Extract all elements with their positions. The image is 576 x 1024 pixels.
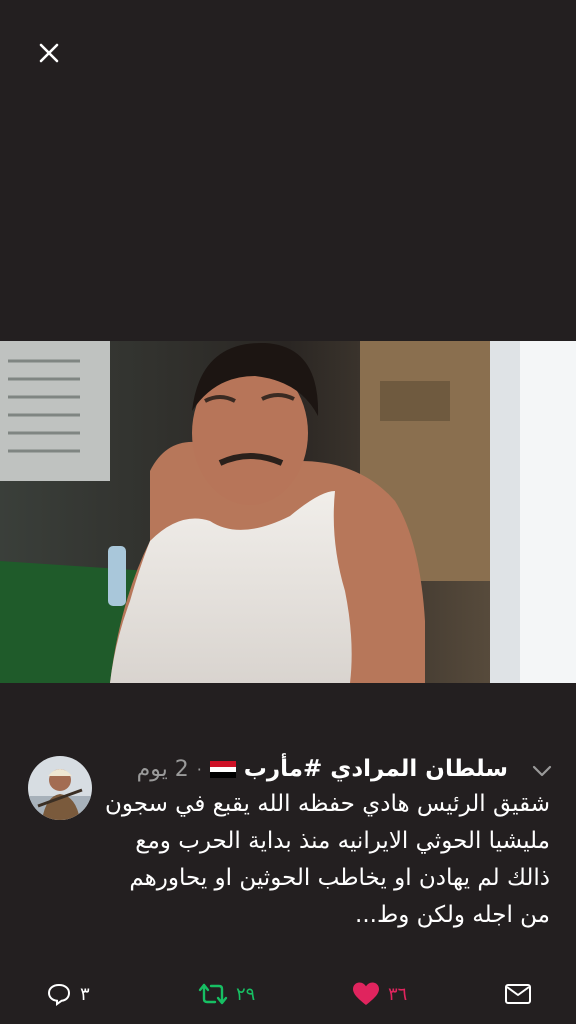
- reply-button[interactable]: ٣: [46, 980, 90, 1008]
- tweet-header: سلطان المرادي #مأرب · 2 يوم: [137, 752, 508, 786]
- like-count: ٣٦: [388, 983, 408, 1005]
- separator-dot: ·: [196, 759, 202, 779]
- tweet[interactable]: سلطان المرادي #مأرب · 2 يوم شقيق الرئيس …: [0, 740, 576, 950]
- tweet-photo[interactable]: [0, 341, 576, 683]
- close-icon: [39, 43, 59, 63]
- timestamp[interactable]: 2 يوم: [137, 757, 189, 782]
- retweet-icon: [198, 983, 228, 1005]
- direct-message-button[interactable]: [504, 980, 532, 1008]
- retweet-count: ٢٩: [236, 983, 256, 1005]
- photo-image: [0, 341, 576, 683]
- retweet-button[interactable]: ٢٩: [198, 980, 255, 1008]
- yemen-flag-icon: [209, 760, 236, 778]
- reply-icon: [47, 983, 71, 1006]
- chevron-down-icon[interactable]: [531, 764, 553, 778]
- avatar[interactable]: [28, 756, 92, 820]
- avatar-image: [28, 756, 92, 820]
- close-button[interactable]: [30, 34, 68, 72]
- envelope-icon: [505, 984, 531, 1004]
- display-name[interactable]: سلطان المرادي #مأرب: [244, 756, 508, 782]
- like-button[interactable]: ٣٦: [352, 980, 407, 1008]
- media-viewer: سلطان المرادي #مأرب · 2 يوم شقيق الرئيس …: [0, 0, 576, 1024]
- reply-count: ٣: [80, 983, 90, 1005]
- tweet-actions: ٣ ٢٩ ٣٦: [0, 972, 576, 1016]
- heart-icon: [353, 982, 379, 1005]
- tweet-text: شقيق الرئيس هادي حفظه الله يقبع في سجون …: [104, 791, 550, 928]
